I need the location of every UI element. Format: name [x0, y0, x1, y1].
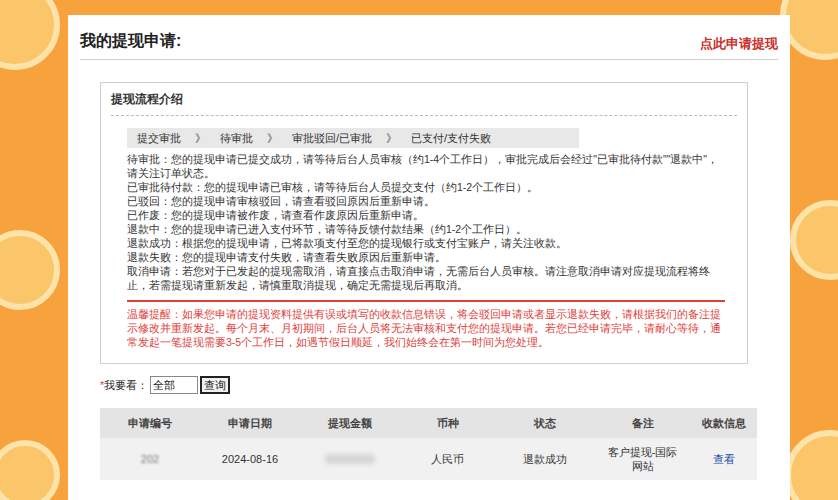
intro-box: 提现流程介绍提交审批》待审批》审批驳回/已审批》已支付/支付失败待审批：您的提现…	[100, 82, 748, 364]
step: 已支付/支付失败	[411, 130, 491, 147]
step-separator: 》	[386, 130, 397, 147]
description-line: 退款成功：根据您的提现申请，已将款项支付至您的提现银行或支付宝账户，请关注收款。	[127, 236, 725, 250]
intro-title: 提现流程介绍	[111, 83, 737, 116]
description-line: 退款中：您的提现申请已进入支付环节，请等待反馈付款结果（约1-2个工作日）。	[127, 222, 725, 236]
required-mark: *	[100, 377, 104, 394]
description-line: 已作废：您的提现申请被作废，请查看作废原因后重新申请。	[127, 208, 725, 222]
cell-id: 202	[100, 451, 200, 468]
description-line: 取消申请：若您对于已发起的提现需取消，请直接点击取消申请，无需后台人员审核。请注…	[127, 264, 725, 292]
filter-bar: *我要看：全部查询	[100, 376, 778, 394]
cell-date: 2024-08-16	[200, 451, 300, 468]
column-header: 币种	[400, 415, 495, 432]
main-panel: 我的提现申请:点此申请提现提现流程介绍提交审批》待审批》审批驳回/已审批》已支付…	[68, 15, 790, 500]
step: 待审批	[220, 130, 253, 147]
orange-slice-decoration	[0, 230, 60, 310]
orange-slice-decoration	[0, 0, 60, 70]
column-header: 提现金额	[300, 415, 400, 432]
table: 申请编号申请日期提现金额币种状态备注收款信息 2022024-08-16 人民币退款…	[100, 408, 757, 480]
page: 我的提现申请:点此申请提现提现流程介绍提交审批》待审批》审批驳回/已审批》已支付…	[0, 0, 838, 500]
steps-bar: 提交审批》待审批》审批驳回/已审批》已支付/支付失败	[127, 128, 579, 148]
description-line: 待审批：您的提现申请已提交成功，请等待后台人员审核（约1-4个工作日），审批完成…	[127, 152, 725, 180]
column-header: 申请编号	[100, 415, 200, 432]
cell-amount	[300, 454, 400, 464]
step-separator: 》	[267, 130, 278, 147]
filter-select[interactable]: 全部	[150, 376, 198, 394]
column-header: 状态	[495, 415, 595, 432]
orange-slice-decoration	[790, 200, 838, 280]
cell-currency: 人民币	[400, 451, 495, 468]
column-header: 申请日期	[200, 415, 300, 432]
column-header: 收款信息	[690, 415, 757, 432]
description-line: 已审批待付款：您的提现申请已审核，请等待后台人员提交支付（约1-2个工作日）。	[127, 180, 725, 194]
step: 提交审批	[137, 130, 181, 147]
page-title: 我的提现申请:	[80, 29, 181, 53]
step-separator: 》	[195, 130, 206, 147]
title-bar: 我的提现申请: 点此申请提现	[80, 15, 778, 60]
cell-status: 退款成功	[495, 451, 595, 468]
table-row: 2022024-08-16 人民币退款成功客户提现-国际网站查看	[100, 438, 757, 480]
descriptions: 待审批：您的提现申请已提交成功，请等待后台人员审核（约1-4个工作日），审批完成…	[127, 152, 725, 292]
step: 审批驳回/已审批	[292, 130, 372, 147]
orange-slice-decoration	[0, 440, 60, 500]
query-button[interactable]: 查询	[200, 376, 230, 394]
description-line: 退款失败：您的提现申请支付失败，请查看失败原因后重新申请。	[127, 250, 725, 264]
table-header: 申请编号申请日期提现金额币种状态备注收款信息	[100, 408, 757, 438]
column-header: 备注	[595, 415, 690, 432]
description-line: 已驳回：您的提现申请审核驳回，请查看驳回原因后重新申请。	[127, 194, 725, 208]
view-link[interactable]: 查看	[690, 451, 757, 468]
notice: 温馨提醒：如果您申请的提现资料提供有误或填写的收款信息错误，将会驳回申请或者显示…	[127, 300, 725, 349]
apply-link[interactable]: 点此申请提现	[700, 34, 778, 54]
cell-remark: 客户提现-国际网站	[595, 445, 690, 473]
filter-label: 我要看：	[104, 377, 148, 394]
orange-slice-decoration	[785, 430, 838, 500]
